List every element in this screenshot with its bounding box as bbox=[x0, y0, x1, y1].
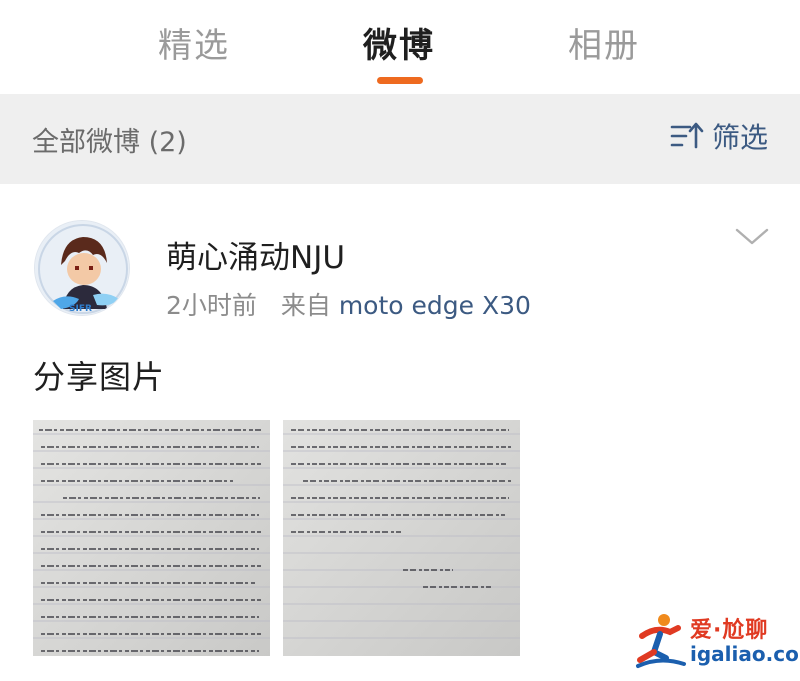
active-tab-indicator bbox=[377, 77, 423, 84]
post-time: 2小时前 bbox=[166, 291, 257, 320]
post-photo-1[interactable] bbox=[33, 420, 270, 656]
site-watermark: 爱·尬聊 igaliao.com bbox=[634, 612, 800, 674]
watermark-title: 爱·尬聊 bbox=[690, 618, 769, 643]
post-count-label: 全部微博 (2) bbox=[32, 127, 187, 158]
post-from-label: 来自 bbox=[280, 291, 331, 320]
post-username[interactable]: 萌心涌动NJU bbox=[166, 232, 345, 277]
avatar[interactable]: SIFR bbox=[34, 220, 130, 316]
tab-weibo[interactable]: 微博 bbox=[363, 18, 435, 67]
tab-album[interactable]: 相册 bbox=[568, 18, 640, 67]
weibo-post: SIFR 萌心涌动NJU 2小时前 来自 moto edge X30 分享图片 bbox=[0, 184, 800, 681]
sort-filter-icon bbox=[670, 121, 704, 151]
chevron-down-icon[interactable] bbox=[734, 226, 770, 252]
watermark-url: igaliao.com bbox=[690, 642, 800, 666]
post-meta: 2小时前 来自 moto edge X30 bbox=[166, 286, 531, 322]
post-text: 分享图片 bbox=[33, 358, 166, 396]
filter-bar: 全部微博 (2) 筛选 bbox=[0, 94, 800, 184]
post-photo-2[interactable] bbox=[283, 420, 520, 656]
svg-text:SIFR: SIFR bbox=[69, 304, 92, 314]
filter-label: 筛选 bbox=[711, 121, 768, 154]
tab-featured[interactable]: 精选 bbox=[158, 18, 230, 67]
running-figure-logo-icon bbox=[634, 612, 688, 674]
profile-tabs: 精选 微博 相册 bbox=[0, 0, 800, 94]
post-source-device[interactable]: moto edge X30 bbox=[339, 291, 531, 320]
filter-button[interactable]: 筛选 bbox=[670, 116, 768, 156]
